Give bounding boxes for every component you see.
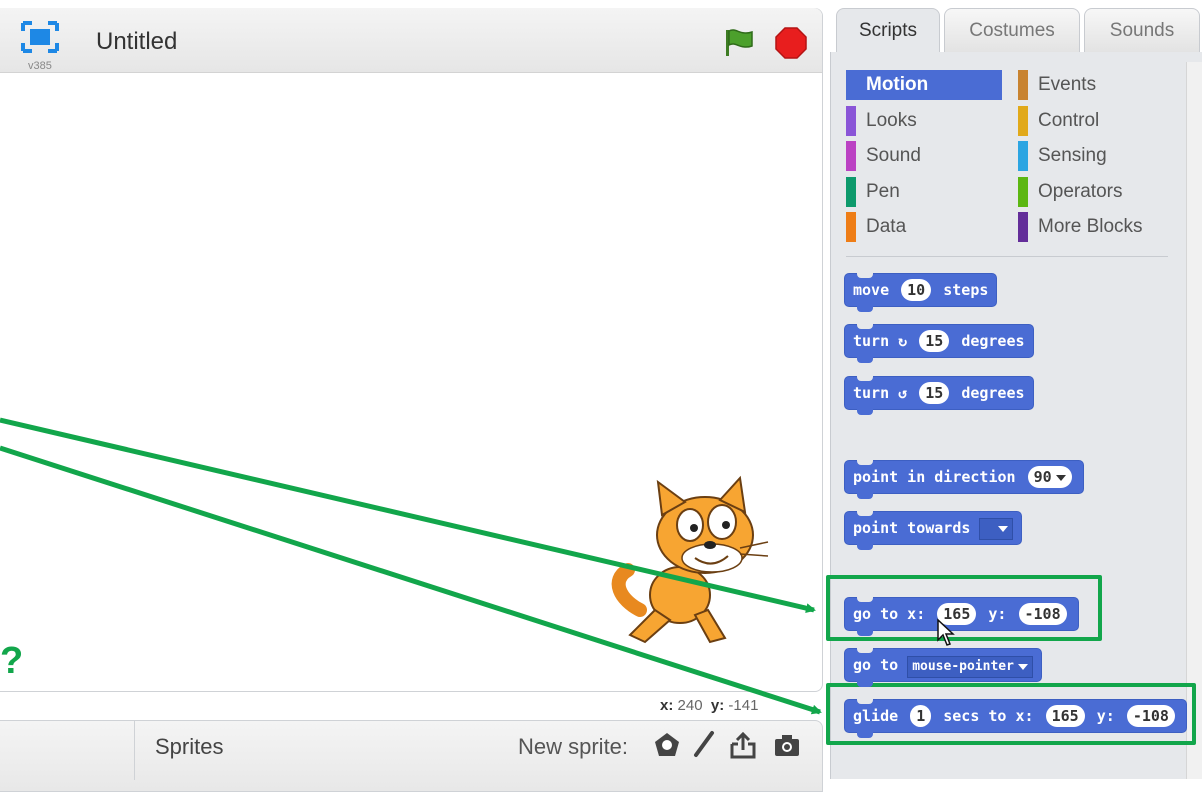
annotation-partial-char: ? xyxy=(0,640,24,682)
arrow-to-glide xyxy=(0,445,822,715)
annotation-arrows xyxy=(0,417,822,715)
